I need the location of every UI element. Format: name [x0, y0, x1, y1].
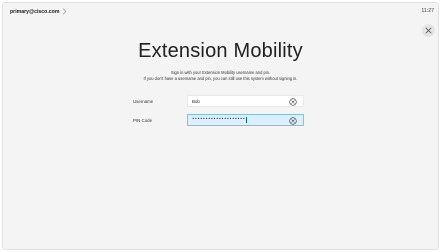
pin-code-field[interactable]: ••••••••••••••••••••	[187, 114, 304, 126]
username-label: Username	[133, 98, 154, 104]
username-field[interactable]: Bob	[187, 95, 304, 107]
clock: 11:27	[421, 8, 434, 14]
page-title: Extension Mobility	[138, 40, 303, 62]
extension-mobility-screen: primary@cisco.com 11:27 Extension Mobili…	[2, 2, 439, 250]
clear-icon	[289, 117, 297, 125]
username-row: Username Bob	[133, 95, 304, 107]
pin-clear-button[interactable]	[289, 117, 297, 125]
instructions-text: Sign in with your Extension Mobility use…	[3, 70, 438, 81]
top-bar: primary@cisco.com 11:27	[3, 3, 438, 19]
close-icon	[425, 27, 432, 34]
pin-masked-value: ••••••••••••••••••••	[192, 117, 246, 122]
text-caret	[245, 117, 247, 123]
pin-label: PIN Code	[133, 117, 153, 123]
clear-icon	[289, 98, 297, 106]
user-menu-button[interactable]: primary@cisco.com	[10, 6, 67, 17]
close-button[interactable]	[422, 24, 435, 37]
user-label: primary@cisco.com	[10, 8, 60, 15]
username-value: Bob	[192, 98, 200, 104]
username-clear-button[interactable]	[289, 98, 297, 106]
chevron-right-icon	[63, 8, 67, 15]
pin-row: PIN Code ••••••••••••••••••••	[133, 114, 304, 126]
instructions-line-2: If you don't have a username and pin, yo…	[143, 75, 298, 81]
